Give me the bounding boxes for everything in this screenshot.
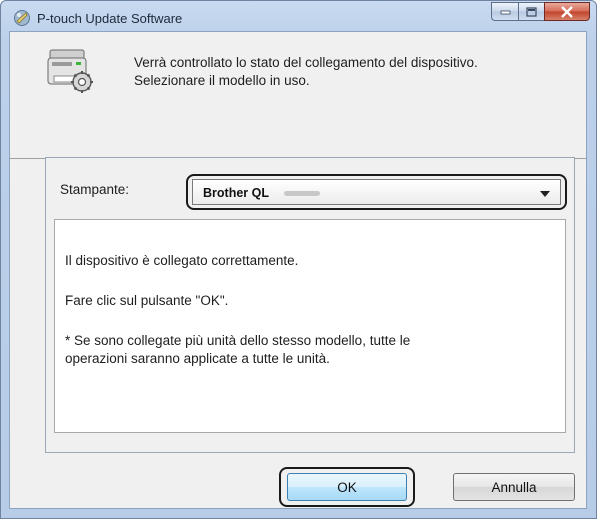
- app-icon: [14, 10, 30, 26]
- window-controls: [491, 2, 590, 22]
- minimize-button[interactable]: [491, 2, 518, 21]
- ok-button[interactable]: OK: [287, 473, 407, 501]
- status-note-line1: * Se sono collegate più unità dello stes…: [65, 333, 411, 348]
- printer-select[interactable]: Brother QL: [192, 179, 561, 205]
- minimize-icon: [500, 10, 510, 14]
- header-message-line1: Verrà controllato lo stato del collegame…: [134, 55, 478, 70]
- title-bar[interactable]: P-touch Update Software: [1, 1, 596, 35]
- status-instruction-text: Fare clic sul pulsante "OK".: [65, 293, 229, 308]
- status-note-line2: operazioni saranno applicate a tutte le …: [65, 351, 330, 366]
- close-button[interactable]: [544, 2, 590, 21]
- status-info-box: Il dispositivo è collegato correttamente…: [54, 219, 566, 433]
- header-message: Verrà controllato lo stato del collegame…: [134, 54, 478, 90]
- close-icon: [561, 5, 573, 18]
- model-number-redacted: [284, 191, 320, 196]
- printer-label: Stampante:: [60, 182, 130, 197]
- window-title: P-touch Update Software: [37, 11, 183, 26]
- dropdown-arrow-icon[interactable]: [540, 191, 550, 197]
- printer-settings-icon: [47, 49, 93, 93]
- cancel-button[interactable]: Annulla: [453, 473, 575, 501]
- dialog-window: P-touch Update Software Verrà controllat…: [0, 0, 597, 519]
- maximize-icon: [526, 6, 537, 17]
- printer-select-highlight: Brother QL: [186, 174, 567, 210]
- header-message-line2: Selezionare il modello in uso.: [134, 73, 310, 88]
- maximize-button[interactable]: [518, 2, 544, 21]
- status-connected-text: Il dispositivo è collegato correttamente…: [65, 253, 299, 268]
- header-panel: Verrà controllato lo stato del collegame…: [10, 32, 586, 132]
- printer-select-value: Brother QL: [203, 186, 269, 200]
